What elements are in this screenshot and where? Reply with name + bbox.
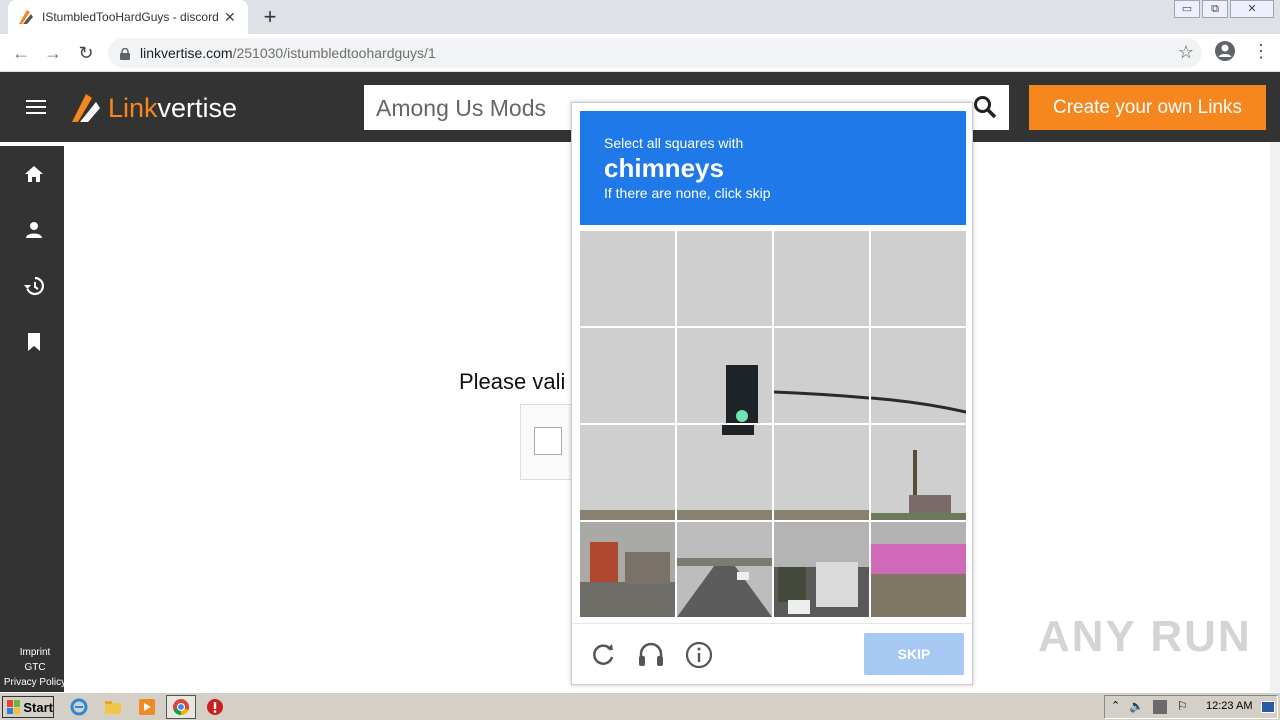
info-icon[interactable]	[684, 640, 714, 670]
url-domain: linkvertise.com	[140, 45, 233, 61]
challenge-prompt: Select all squares with chimneys If ther…	[580, 111, 966, 225]
create-links-button[interactable]: Create your own Links	[1029, 85, 1266, 130]
url-path: /251030/istumbledtoohardguys/1	[232, 45, 436, 61]
gtc-link[interactable]: GTC	[0, 660, 70, 675]
grid-tile[interactable]	[871, 328, 966, 423]
grid-tile[interactable]	[871, 522, 966, 617]
sidebar: Imprint GTC Privacy Policy	[0, 146, 66, 692]
bookmark-star-icon[interactable]: ☆	[1178, 42, 1194, 63]
lock-icon	[120, 47, 130, 60]
account-icon[interactable]	[1214, 40, 1236, 62]
window-controls: ▭ ⧉ ✕	[1172, 0, 1274, 18]
new-tab-button[interactable]: +	[258, 5, 282, 29]
skip-button[interactable]: SKIP	[864, 633, 964, 675]
linkvertise-logo[interactable]: Linkvertise	[70, 92, 237, 124]
privacy-policy-link[interactable]: Privacy Policy	[0, 675, 70, 690]
chrome-menu-icon[interactable]: ⋮	[1252, 41, 1270, 62]
anyrun-watermark: ANY RUN	[1038, 612, 1252, 661]
show-desktop-icon[interactable]	[1261, 701, 1275, 713]
url-text: linkvertise.com/251030/istumbledtoohardg…	[140, 45, 436, 61]
tab-title: IStumbledTooHardGuys - discord.gg	[42, 10, 218, 24]
prompt-line1: Select all squares with	[604, 135, 744, 151]
grid-tile[interactable]	[677, 425, 772, 520]
history-icon[interactable]	[23, 275, 45, 297]
start-button[interactable]: Start	[2, 696, 54, 718]
grid-tile[interactable]	[774, 231, 869, 326]
refresh-icon[interactable]	[588, 640, 618, 670]
back-button[interactable]: ←	[8, 40, 34, 66]
logo-text-link: Link	[108, 92, 158, 123]
media-player-icon[interactable]	[138, 698, 156, 716]
browser-tab[interactable]: IStumbledTooHardGuys - discord.gg ✕	[8, 0, 248, 34]
prompt-line3: If there are none, click skip	[604, 185, 771, 201]
hamburger-menu-icon[interactable]	[26, 100, 46, 116]
challenge-grid	[580, 231, 966, 617]
search-icon[interactable]	[973, 95, 997, 119]
page-scrollbar[interactable]	[1270, 142, 1280, 692]
grid-tile[interactable]	[774, 425, 869, 520]
linkvertise-logo-icon	[70, 92, 102, 124]
grid-tile[interactable]	[677, 328, 772, 423]
forward-button[interactable]: →	[40, 40, 66, 66]
network-icon[interactable]	[1153, 700, 1167, 714]
restore-button[interactable]: ⧉	[1202, 0, 1228, 18]
start-label: Start	[23, 699, 53, 715]
grid-tile[interactable]	[677, 522, 772, 617]
validate-heading: Please vali	[459, 369, 566, 394]
grid-tile[interactable]	[580, 425, 675, 520]
reload-button[interactable]: ↻	[73, 40, 99, 66]
logo-text-vertise: vertise	[157, 92, 238, 123]
sidebar-footer: Imprint GTC Privacy Policy	[0, 645, 70, 690]
home-icon[interactable]	[23, 163, 45, 185]
linkvertise-favicon-icon	[18, 9, 34, 25]
opera-warning-icon[interactable]	[206, 698, 224, 716]
address-bar[interactable]: linkvertise.com/251030/istumbledtoohardg…	[108, 38, 1202, 68]
volume-icon[interactable]: 🔈	[1129, 699, 1144, 713]
imprint-link[interactable]: Imprint	[0, 645, 70, 660]
minimize-button[interactable]: ▭	[1174, 0, 1200, 18]
grid-tile[interactable]	[871, 425, 966, 520]
window-close-button[interactable]: ✕	[1230, 0, 1274, 18]
grid-tile[interactable]	[871, 231, 966, 326]
grid-tile[interactable]	[677, 231, 772, 326]
audio-challenge-icon[interactable]	[636, 640, 666, 670]
challenge-divider	[572, 623, 972, 624]
grid-tile[interactable]	[580, 522, 675, 617]
captcha-challenge: Select all squares with chimneys If ther…	[571, 102, 973, 685]
browser-tab-strip: IStumbledTooHardGuys - discord.gg ✕ + ▭ …	[0, 0, 1280, 34]
taskbar: Start ⌃ 🔈 ⚐ 12:23 AM	[0, 692, 1280, 720]
grid-tile[interactable]	[580, 328, 675, 423]
internet-explorer-icon[interactable]	[70, 698, 88, 716]
tab-close-icon[interactable]: ✕	[224, 9, 236, 26]
file-explorer-icon[interactable]	[104, 698, 122, 716]
browser-toolbar: ← → ↻ linkvertise.com/251030/istumbledto…	[0, 34, 1280, 72]
action-center-flag-icon[interactable]: ⚐	[1177, 699, 1188, 713]
grid-tile[interactable]	[774, 328, 869, 423]
user-icon[interactable]	[23, 219, 45, 241]
bookmark-icon[interactable]	[23, 331, 45, 353]
chrome-taskbar-button[interactable]	[166, 695, 196, 719]
grid-tile[interactable]	[580, 231, 675, 326]
search-input[interactable]: Among Us Mods	[376, 95, 546, 122]
grid-tile[interactable]	[774, 522, 869, 617]
hcaptcha-checkbox[interactable]	[534, 427, 562, 455]
windows-flag-icon	[7, 700, 21, 714]
taskbar-clock: 12:23 AM	[1206, 700, 1253, 712]
tray-expand-icon[interactable]: ⌃	[1111, 699, 1120, 712]
prompt-target: chimneys	[604, 153, 724, 183]
